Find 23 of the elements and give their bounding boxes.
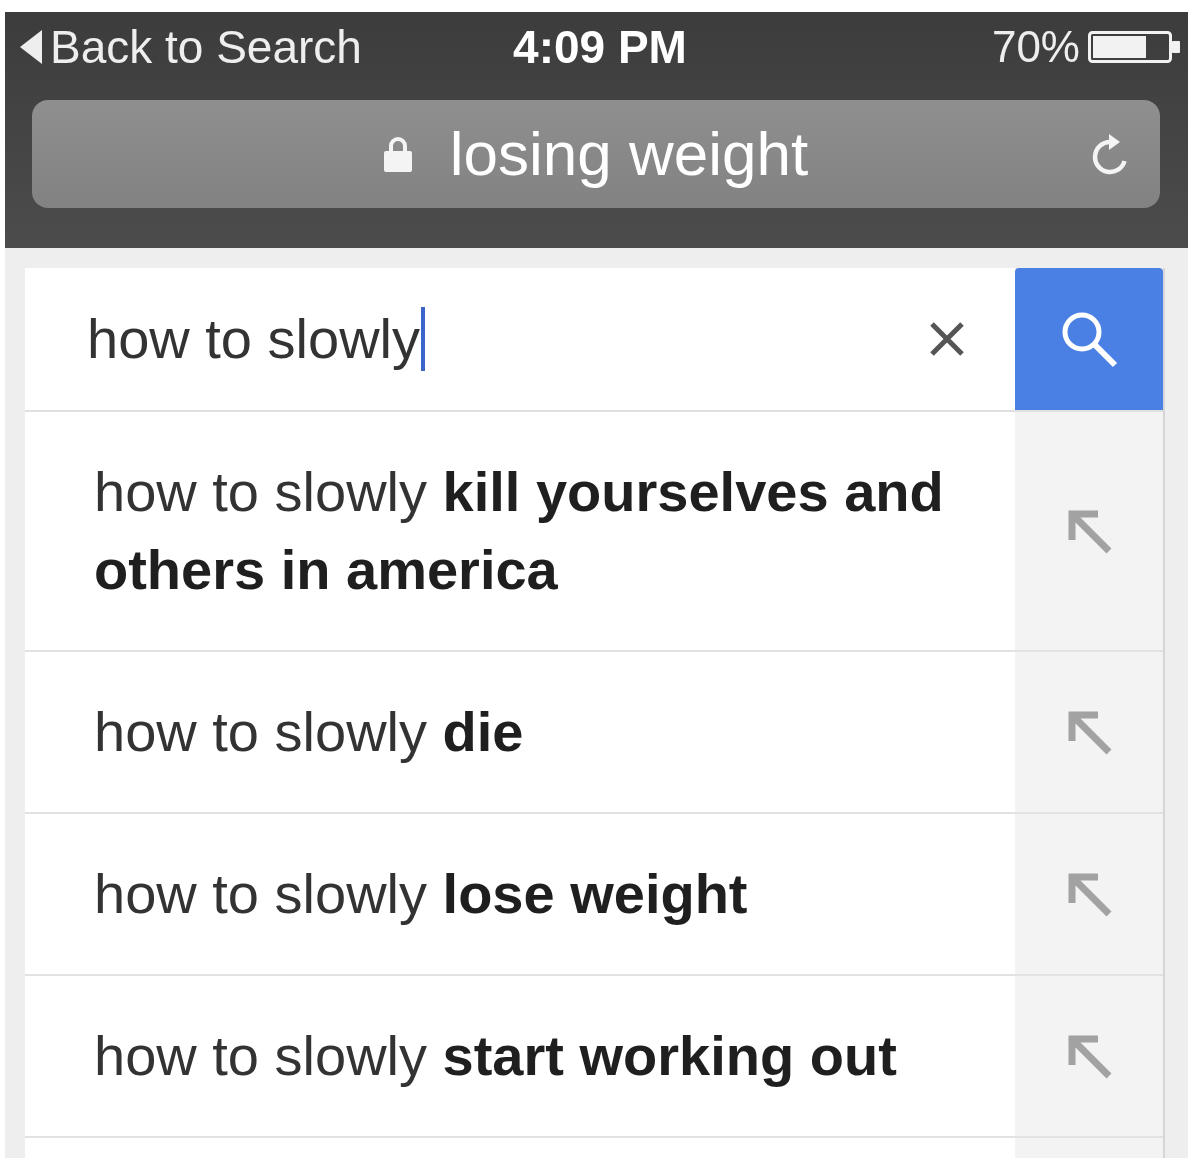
suggestion-item[interactable]: how to slowly die	[25, 652, 1163, 814]
arrow-up-left-icon	[1066, 1033, 1112, 1079]
search-button[interactable]	[1015, 268, 1163, 410]
suggestion-item[interactable]: how to slowly lose weight	[25, 814, 1163, 976]
suggestion-item[interactable]: how to slowly start working out	[25, 976, 1163, 1138]
battery-percent: 70%	[991, 22, 1080, 72]
suggestion-text: how to slowly start working out	[93, 1023, 898, 1089]
back-triangle-icon	[20, 30, 42, 64]
suggestion-text: how to slowly lose weight	[93, 861, 749, 927]
arrow-up-left-icon	[1066, 508, 1112, 554]
search-icon	[1060, 310, 1118, 368]
suggestion-text: how to slowly die	[93, 699, 525, 765]
arrow-up-left-icon	[1066, 871, 1112, 917]
address-bar[interactable]: losing weight	[32, 100, 1160, 208]
status-time: 4:09 PM	[513, 21, 687, 73]
suggestion-text: how to slowly kill yourselves and others in america	[93, 459, 945, 603]
address-text: losing weight	[449, 118, 809, 190]
clear-button[interactable]	[929, 321, 965, 357]
arrow-up-left-icon	[1066, 709, 1112, 755]
battery-icon	[1088, 31, 1180, 63]
suggestion-item[interactable]: how to slowly kill yourselves and others in america	[25, 412, 1163, 652]
back-to-search-link[interactable]: Back to Search	[20, 21, 362, 73]
close-icon	[929, 321, 965, 357]
